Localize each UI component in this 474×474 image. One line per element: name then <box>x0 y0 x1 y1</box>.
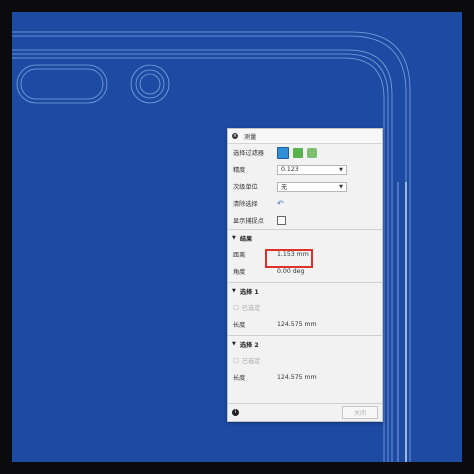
precision-row: 精度 0.123 ▼ <box>228 161 382 178</box>
selection1-length-label: 长度 <box>233 322 246 329</box>
filter-row: 选择过滤器 <box>228 144 382 161</box>
selection2-edge-icon: ▢ <box>233 357 239 364</box>
chevron-down-icon: ▼ <box>339 183 343 190</box>
selection2-section-header[interactable]: ▼ 选择 2 <box>228 335 382 352</box>
precision-label: 精度 <box>233 167 246 174</box>
selection1-selected-label: 已选定 <box>241 305 261 312</box>
selection1-selected-row: ▢ 已选定 <box>228 299 382 316</box>
selection1-length-value: 124.575 mm <box>277 321 317 328</box>
chevron-down-icon: ▼ <box>339 166 343 173</box>
precision-select[interactable]: 0.123 ▼ <box>277 164 347 175</box>
face-filter-icon[interactable] <box>277 146 289 159</box>
triangle-down-icon: ▼ <box>232 288 236 294</box>
selection1-title: 选择 1 <box>239 288 259 296</box>
snap-points-row: 显示捕捉点 <box>228 212 382 229</box>
snap-points-label: 显示捕捉点 <box>233 218 264 225</box>
triangle-down-icon: ▼ <box>232 341 236 347</box>
selection2-selected-label: 已选定 <box>241 358 261 365</box>
secondary-units-row: 次级单位 无 ▼ <box>228 178 382 195</box>
precision-value: 0.123 <box>281 166 299 173</box>
snap-points-checkbox[interactable] <box>277 216 286 225</box>
undo-icon[interactable]: ↶ <box>277 199 284 208</box>
body-filter-icon[interactable] <box>293 147 303 158</box>
panel-footer: i 关闭 <box>228 403 382 421</box>
secondary-units-select[interactable]: 无 ▼ <box>277 181 347 192</box>
selection2-length-row: 长度 124.575 mm <box>228 369 382 386</box>
selection1-edge-icon: ▢ <box>233 304 239 311</box>
panel-header: × 测量 <box>228 129 382 144</box>
triangle-down-icon: ▼ <box>232 235 236 241</box>
clear-selection-row: 清除选择 ↶ <box>228 195 382 212</box>
selection1-length-row: 长度 124.575 mm <box>228 316 382 333</box>
selection1-section-header[interactable]: ▼ 选择 1 <box>228 282 382 299</box>
component-filter-icon[interactable] <box>307 147 317 158</box>
results-title: 结果 <box>239 235 253 243</box>
selection2-title: 选择 2 <box>239 341 259 349</box>
selection2-selected-row: ▢ 已选定 <box>228 352 382 369</box>
close-button[interactable]: 关闭 <box>342 406 378 419</box>
info-icon[interactable]: i <box>232 409 239 416</box>
distance-highlight-box <box>265 249 313 268</box>
angle-label: 角度 <box>233 269 246 276</box>
close-icon[interactable]: × <box>232 133 238 139</box>
selection2-length-value: 124.575 mm <box>277 374 317 381</box>
secondary-units-value: 无 <box>281 184 288 191</box>
angle-value: 0.00 deg <box>277 268 305 275</box>
results-section-header[interactable]: ▼ 结果 <box>228 229 382 246</box>
selection2-length-label: 长度 <box>233 375 246 382</box>
clear-selection-label: 清除选择 <box>233 201 258 208</box>
cad-viewport[interactable]: × 测量 选择过滤器 精度 0.123 ▼ 次级单位 无 ▼ 清除选择 ↶ 显示… <box>12 12 462 462</box>
filter-label: 选择过滤器 <box>233 150 264 157</box>
measure-panel: × 测量 选择过滤器 精度 0.123 ▼ 次级单位 无 ▼ 清除选择 ↶ 显示… <box>227 128 383 422</box>
panel-title: 测量 <box>244 133 257 141</box>
secondary-units-label: 次级单位 <box>233 184 258 191</box>
